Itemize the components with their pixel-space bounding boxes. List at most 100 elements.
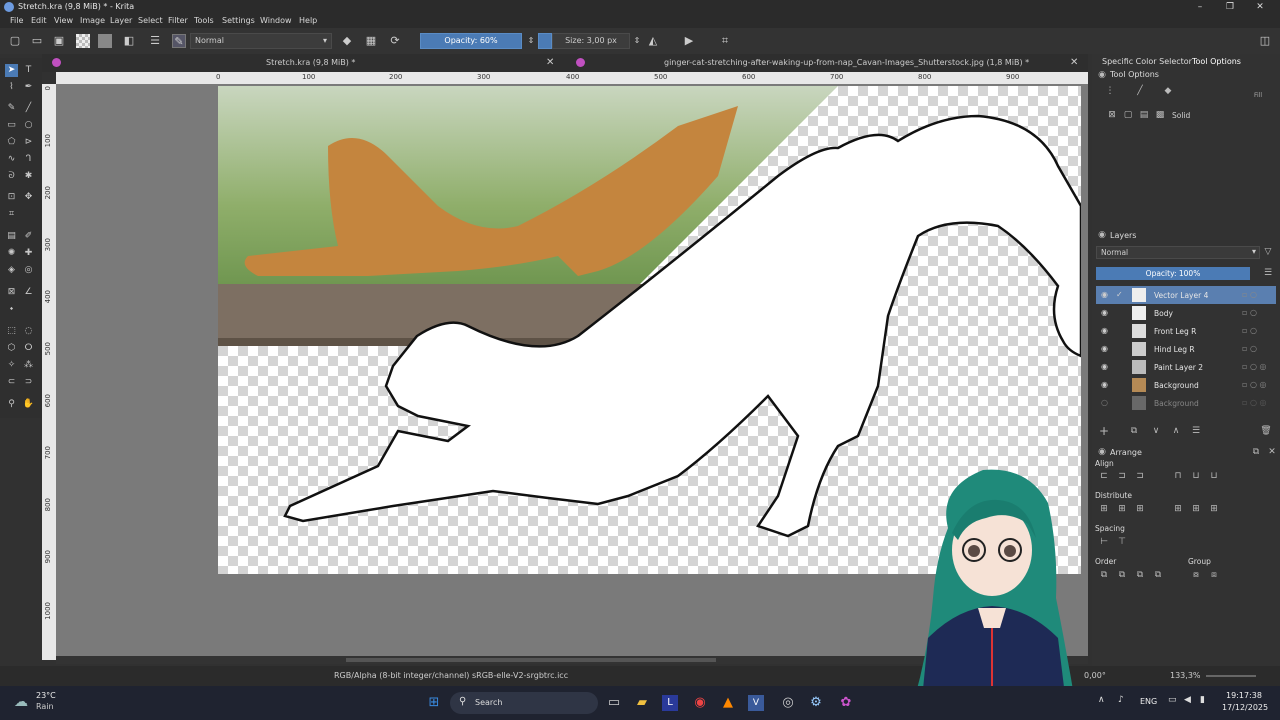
pattern-fill-icon[interactable]: ▩: [1154, 110, 1166, 122]
windows-start-icon[interactable]: ⊞: [424, 693, 444, 713]
distribute-top-icon[interactable]: ⊞: [1172, 504, 1184, 516]
clock-time[interactable]: 19:17:38: [1226, 691, 1262, 700]
file-explorer-icon[interactable]: ▰: [632, 693, 652, 713]
reference-images-tool-icon[interactable]: ⬩: [5, 303, 18, 316]
line-tool-icon[interactable]: ╱: [22, 102, 35, 115]
align-hcenter-icon[interactable]: ⊐: [1116, 471, 1128, 483]
freehand-brush-tool-icon[interactable]: ✎: [5, 102, 18, 115]
dock-menu-icon[interactable]: ◉: [1096, 70, 1108, 82]
layer-row[interactable]: ◉ Front Leg R ▫ ○: [1096, 322, 1276, 340]
brush-settings-icon[interactable]: ☰: [148, 34, 162, 48]
menu-select[interactable]: Select: [138, 16, 163, 25]
size-stepper-icon[interactable]: ⇕: [630, 34, 644, 48]
opacity-stepper-icon[interactable]: ⇕: [524, 34, 538, 48]
crop-tool-icon[interactable]: ⌗: [5, 208, 18, 221]
open-document-icon[interactable]: ▭: [30, 34, 44, 48]
menu-view[interactable]: View: [54, 16, 73, 25]
network-icon[interactable]: ▭: [1168, 695, 1177, 705]
visibility-eye-icon[interactable]: ◉: [1101, 290, 1111, 300]
task-view-icon[interactable]: ▭: [604, 693, 624, 713]
horizontal-spacing-icon[interactable]: ⊢: [1098, 537, 1110, 549]
layer-options-icon[interactable]: ☰: [1262, 268, 1274, 280]
assistant-tool-icon[interactable]: ⊠: [5, 286, 18, 299]
dock-menu-icon[interactable]: ◉: [1096, 230, 1108, 242]
gradient-fill-icon[interactable]: ▤: [1138, 110, 1150, 122]
colorize-mask-tool-icon[interactable]: ✺: [5, 247, 18, 260]
taskbar-search-box[interactable]: ⚲ Search: [450, 692, 598, 714]
no-fill-icon[interactable]: ⊠: [1106, 110, 1118, 122]
move-layer-up-icon[interactable]: ∧: [1170, 426, 1182, 438]
weather-cloud-icon[interactable]: ☁: [14, 694, 28, 710]
select-shapes-tool-icon[interactable]: ➤: [5, 64, 18, 77]
layer-row[interactable]: ◉ Hind Leg R ▫ ○: [1096, 340, 1276, 358]
vertical-spacing-icon[interactable]: ⊤: [1116, 537, 1128, 549]
distribute-right-icon[interactable]: ⊞: [1134, 504, 1146, 516]
lock-icon[interactable]: ▫ ○: [1242, 308, 1257, 317]
eraser-icon[interactable]: ◆: [340, 34, 354, 48]
ungroup-shapes-icon[interactable]: ⧈: [1208, 570, 1220, 582]
bezier-selection-tool-icon[interactable]: ⊂: [5, 376, 18, 389]
smart-patch-tool-icon[interactable]: ✚: [22, 247, 35, 260]
lock-icon[interactable]: ▫ ○ ◎: [1242, 380, 1266, 389]
send-to-back-icon[interactable]: ⧉: [1152, 570, 1164, 582]
close-window-button[interactable]: ✕: [1250, 1, 1270, 13]
lock-icon[interactable]: ▫ ○ ◎: [1242, 362, 1266, 371]
magnetic-selection-tool-icon[interactable]: ⊃: [22, 376, 35, 389]
lock-icon[interactable]: ▫ ○: [1242, 326, 1257, 335]
zoom-readout[interactable]: 133,3%: [1170, 671, 1201, 680]
fill-bucket-icon[interactable]: ◆: [1162, 86, 1174, 98]
hidden-eye-icon[interactable]: ○: [1101, 398, 1111, 408]
scrollbar-thumb[interactable]: [346, 658, 716, 662]
opacity-slider[interactable]: Opacity: 60%: [420, 33, 522, 49]
move-tool-icon[interactable]: ✥: [22, 191, 35, 204]
ellipse-tool-icon[interactable]: ○: [22, 119, 35, 132]
visibility-eye-icon[interactable]: ◉: [1101, 380, 1111, 390]
volume-icon[interactable]: ◀: [1184, 695, 1191, 705]
menu-window[interactable]: Window: [260, 16, 292, 25]
tab-tool-options[interactable]: Tool Options: [1192, 57, 1241, 66]
gradient-tool-icon[interactable]: ▤: [5, 230, 18, 243]
layer-properties-icon[interactable]: ☰: [1190, 426, 1202, 438]
clock-date[interactable]: 17/12/2025: [1222, 703, 1268, 712]
polygon-tool-icon[interactable]: ⬠: [5, 136, 18, 149]
multibrush-tool-icon[interactable]: ✱: [22, 170, 35, 183]
lock-icon[interactable]: ▫ ○: [1242, 344, 1257, 353]
distribute-bottom-icon[interactable]: ⊞: [1208, 504, 1220, 516]
mirror-horizontal-icon[interactable]: ◭: [646, 34, 660, 48]
tab-specific-color-selector[interactable]: Specific Color Selector: [1102, 57, 1192, 66]
visibility-eye-icon[interactable]: ◉: [1101, 362, 1111, 372]
launcher-l-icon[interactable]: L: [662, 695, 678, 711]
menu-layer[interactable]: Layer: [110, 16, 132, 25]
move-layer-down-icon[interactable]: ∨: [1150, 426, 1162, 438]
align-right-icon[interactable]: ⊐: [1134, 471, 1146, 483]
contiguous-selection-tool-icon[interactable]: ✧: [5, 359, 18, 372]
close-tab-icon[interactable]: ✕: [1070, 54, 1078, 72]
fg-bg-color-icon[interactable]: ◧: [122, 34, 136, 48]
ellipse-selection-tool-icon[interactable]: ◌: [22, 325, 35, 338]
layer-blend-mode-select[interactable]: Normal ▾: [1096, 246, 1260, 259]
line-icon[interactable]: ╱: [1134, 86, 1146, 98]
freehand-path-tool-icon[interactable]: ᒉ: [22, 153, 35, 166]
calligraphy-tool-icon[interactable]: ✒: [22, 81, 35, 94]
solid-fill-icon[interactable]: ▢: [1122, 110, 1134, 122]
maximize-button[interactable]: ❐: [1220, 1, 1240, 13]
distribute-vcenter-icon[interactable]: ⊞: [1190, 504, 1202, 516]
raise-icon[interactable]: ⧉: [1116, 570, 1128, 582]
polygon-selection-tool-icon[interactable]: ⬡: [5, 342, 18, 355]
fill-tool-icon[interactable]: ◈: [5, 264, 18, 277]
tab-ginger-cat[interactable]: ginger-cat-stretching-after-waking-up-fr…: [664, 54, 1029, 72]
dock-menu-icon[interactable]: ◉: [1096, 447, 1108, 459]
distribute-left-icon[interactable]: ⊞: [1098, 504, 1110, 516]
freehand-selection-tool-icon[interactable]: ⵔ: [22, 342, 35, 355]
rectangle-tool-icon[interactable]: ▭: [5, 119, 18, 132]
alpha-lock-icon[interactable]: ▦: [364, 34, 378, 48]
minimize-button[interactable]: –: [1190, 1, 1210, 13]
close-tab-icon[interactable]: ✕: [546, 54, 554, 72]
layer-row[interactable]: ◉ Background ▫ ○ ◎: [1096, 376, 1276, 394]
measure-tool-icon[interactable]: ∠: [22, 286, 35, 299]
align-left-icon[interactable]: ⊏: [1098, 471, 1110, 483]
mirror-vertical-icon[interactable]: ▶: [682, 34, 696, 48]
close-dock-icon[interactable]: ✕: [1266, 447, 1278, 459]
bring-to-front-icon[interactable]: ⧉: [1098, 570, 1110, 582]
wrap-around-icon[interactable]: ⌗: [718, 34, 732, 48]
